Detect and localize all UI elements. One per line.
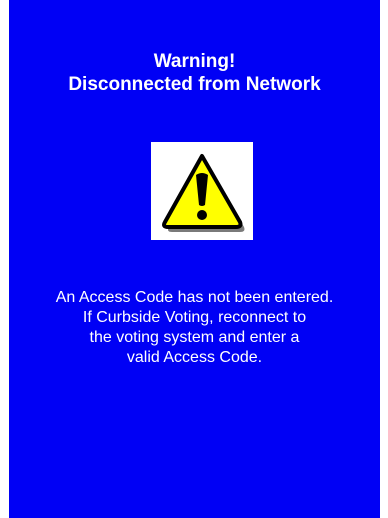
warning-message: An Access Code has not been entered. If …	[9, 288, 380, 368]
message-line: the voting system and enter a	[89, 329, 300, 346]
warning-title: Warning!	[153, 51, 236, 72]
message-line: valid Access Code.	[126, 349, 263, 366]
warning-screen: Warning! Disconnected from Network An Ac…	[9, 0, 380, 518]
message-line: An Access Code has not been entered.	[55, 289, 334, 306]
page-title: Warning! Disconnected from Network	[9, 50, 380, 96]
warning-subtitle: Disconnected from Network	[68, 74, 321, 95]
message-line: If Curbside Voting, reconnect to	[82, 309, 307, 326]
warning-triangle-icon	[162, 154, 245, 232]
warning-icon-frame	[151, 142, 253, 240]
